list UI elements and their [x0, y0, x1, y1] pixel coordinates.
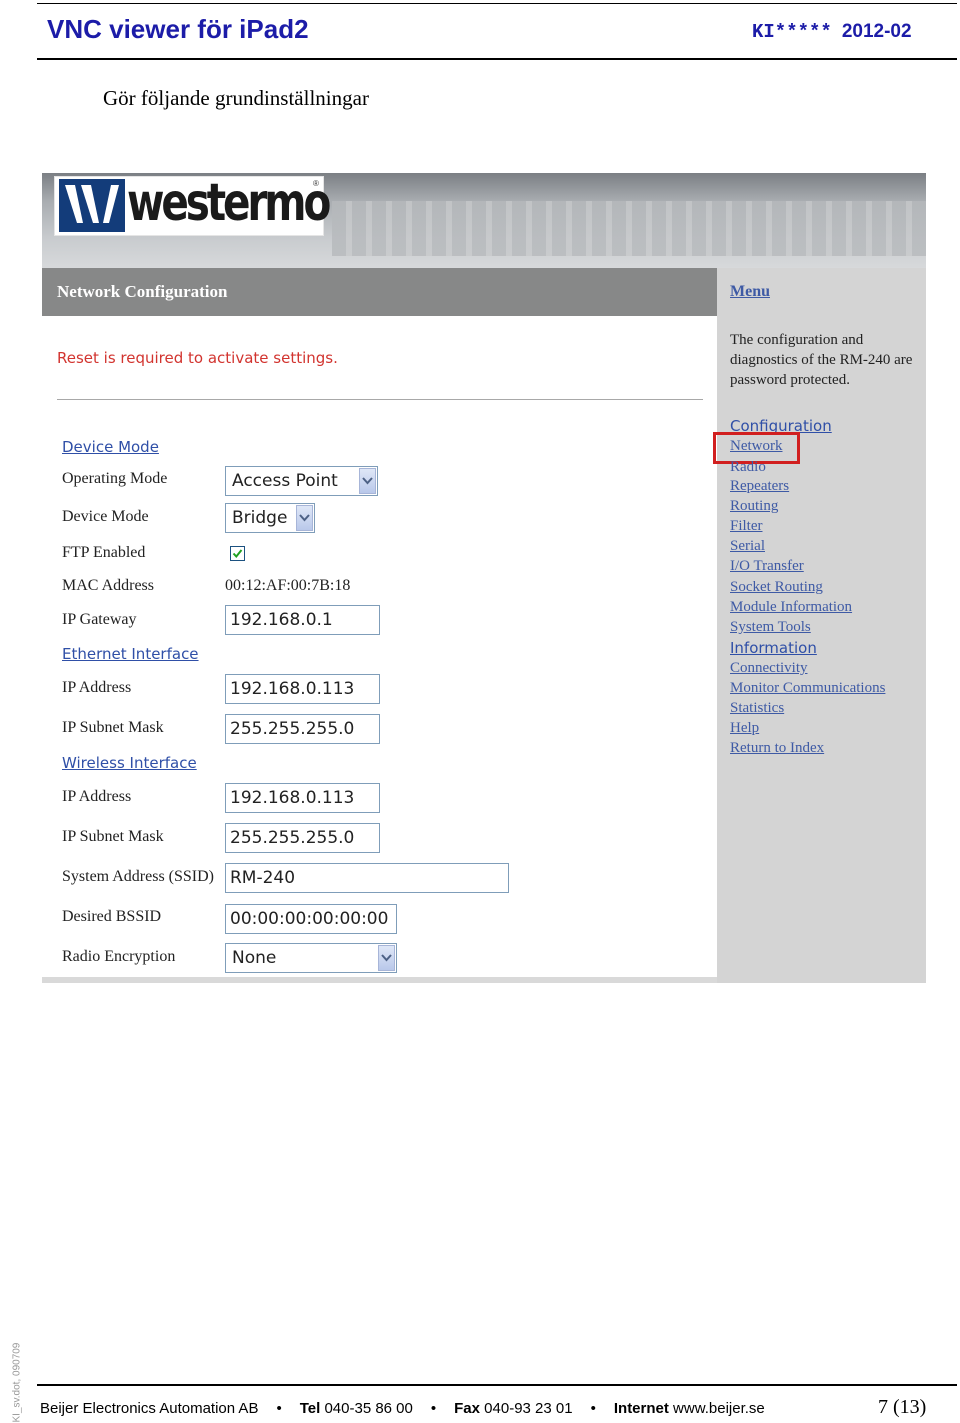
menu-description: The configuration and diagnostics of the… — [730, 332, 913, 388]
menu-help[interactable]: Help — [730, 720, 759, 737]
menu-serial[interactable]: Serial — [730, 538, 765, 555]
checkmark-icon — [232, 549, 243, 559]
menu-return-to-index[interactable]: Return to Index — [730, 740, 824, 757]
footer-rule — [37, 1384, 957, 1386]
encryption-select[interactable]: None — [225, 943, 397, 973]
ftp-enabled-label: FTP Enabled — [62, 544, 146, 561]
menu-title: Menu — [730, 283, 770, 300]
footer: Beijer Electronics Automation AB • Tel 040… — [40, 1400, 765, 1417]
section-ethernet-interface[interactable]: Ethernet Interface — [62, 645, 199, 663]
wl-ip-address-input[interactable]: 192.168.0.113 — [225, 783, 380, 813]
mac-address-label: MAC Address — [62, 577, 155, 594]
eth-ip-address-label: IP Address — [62, 679, 132, 696]
operating-mode-label: Operating Mode — [62, 470, 168, 487]
ssid-label: System Address (SSID) — [62, 868, 215, 885]
footer-separator: • — [590, 1400, 596, 1417]
encryption-value: None — [232, 948, 277, 968]
footer-fax: 040-93 23 01 — [484, 1400, 573, 1417]
device-mode-select[interactable]: Bridge — [225, 503, 315, 533]
footer-company: Beijer Electronics Automation AB — [40, 1400, 259, 1417]
chevron-down-icon[interactable] — [359, 468, 376, 494]
content-bottom-bar — [42, 977, 717, 983]
document-code: KI***** 2012-02 — [752, 21, 912, 43]
divider — [57, 399, 703, 400]
footer-internet-label: Internet — [613, 1400, 669, 1417]
menu-routing[interactable]: Routing — [730, 498, 778, 515]
banner-pattern — [332, 201, 926, 256]
mac-address-value: 00:12:AF:00:7B:18 — [225, 577, 351, 594]
banner: westermo ® — [42, 173, 926, 268]
wl-ip-address-label: IP Address — [62, 788, 132, 805]
device-mode-value: Bridge — [232, 508, 288, 528]
operating-mode-select[interactable]: Access Point — [225, 466, 378, 496]
footer-internet: www.beijer.se — [673, 1400, 765, 1417]
header-bottom-rule — [37, 58, 957, 60]
operating-mode-value: Access Point — [232, 471, 338, 491]
ssid-input[interactable]: RM-240 — [225, 863, 509, 893]
westermo-screenshot: westermo ® Network Configuration Reset i… — [42, 173, 926, 983]
westermo-logo: westermo ® — [54, 173, 331, 236]
chevron-down-icon[interactable] — [378, 945, 395, 971]
menu-socket-routing[interactable]: Socket Routing — [730, 579, 823, 596]
bssid-label: Desired BSSID — [62, 908, 162, 925]
ip-gateway-label: IP Gateway — [62, 611, 137, 628]
menu-system-tools[interactable]: System Tools — [730, 619, 811, 636]
footer-fax-label: Fax — [454, 1400, 480, 1417]
wl-subnet-mask-label: IP Subnet Mask — [62, 828, 164, 845]
device-mode-label: Device Mode — [62, 508, 149, 525]
menu-radio[interactable]: Radio — [730, 459, 766, 471]
menu-filter[interactable]: Filter — [730, 518, 763, 535]
footer-separator: • — [276, 1400, 282, 1417]
menu-monitor-communications[interactable]: Monitor Communications — [730, 680, 885, 697]
eth-ip-address-input[interactable]: 192.168.0.113 — [225, 674, 380, 704]
side-tag: KI_sv.dot, 090709 — [11, 1342, 23, 1423]
document-title: VNC viewer för iPad2 — [47, 14, 309, 44]
encryption-label: Radio Encryption — [62, 948, 176, 965]
menu-io-transfer[interactable]: I/O Transfer — [730, 558, 804, 575]
reset-warning: Reset is required to activate settings. — [57, 349, 338, 367]
logo-wordmark: westermo — [127, 173, 331, 233]
footer-separator: • — [430, 1400, 437, 1417]
wl-subnet-mask-input[interactable]: 255.255.255.0 — [225, 823, 380, 853]
chevron-down-icon[interactable] — [296, 505, 313, 531]
intro-text: Gör följande grundinställningar — [103, 86, 369, 110]
eth-subnet-mask-label: IP Subnet Mask — [62, 719, 164, 736]
eth-subnet-mask-input[interactable]: 255.255.255.0 — [225, 714, 380, 744]
section-device-mode[interactable]: Device Mode — [62, 438, 159, 456]
page-number: 7 (13) — [878, 1396, 927, 1418]
document-code-id: KI***** — [752, 21, 832, 43]
menu-repeaters[interactable]: Repeaters — [730, 478, 789, 495]
document-date: 2012-02 — [841, 21, 912, 42]
header-top-rule — [37, 3, 957, 4]
menu-information[interactable]: Information — [730, 639, 817, 657]
section-wireless-interface[interactable]: Wireless Interface — [62, 754, 197, 772]
registered-mark: ® — [313, 179, 319, 188]
logo-mark-icon — [59, 179, 125, 232]
bssid-input[interactable]: 00:00:00:00:00:00 — [225, 904, 397, 934]
menu-connectivity[interactable]: Connectivity — [730, 660, 808, 677]
ip-gateway-input[interactable]: 192.168.0.1 — [225, 605, 380, 635]
menu-module-information[interactable]: Module Information — [730, 599, 852, 616]
footer-tel: 040-35 86 00 — [324, 1400, 413, 1417]
footer-tel-label: Tel — [299, 1400, 321, 1417]
menu-statistics[interactable]: Statistics — [730, 700, 784, 717]
page-title: Network Configuration — [57, 282, 228, 301]
ftp-enabled-checkbox[interactable] — [230, 546, 245, 561]
